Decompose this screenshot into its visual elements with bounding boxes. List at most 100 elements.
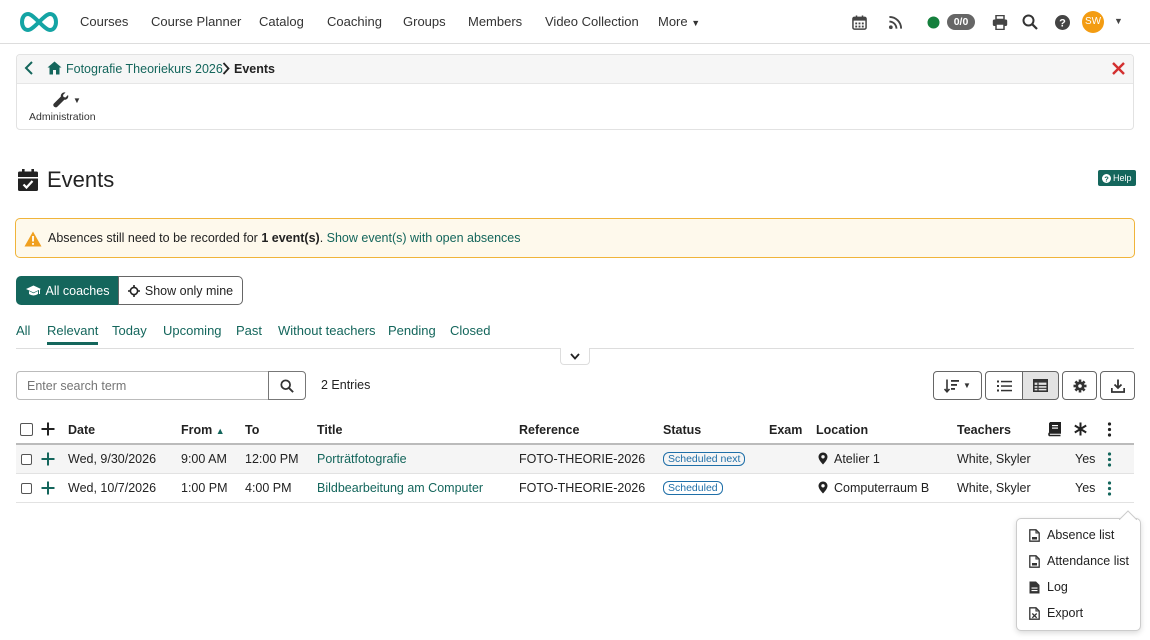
- column-header-teachers[interactable]: Teachers: [957, 423, 1011, 437]
- column-header-from[interactable]: From ▲: [181, 423, 225, 437]
- show-only-mine-toggle[interactable]: Show only mine: [118, 276, 243, 305]
- back-chevron-icon[interactable]: [24, 61, 34, 75]
- svg-text:?: ?: [1104, 174, 1109, 183]
- file-lines-icon: [1029, 581, 1040, 594]
- nav-members[interactable]: Members: [468, 14, 522, 29]
- search-input[interactable]: [16, 371, 269, 400]
- file-excel-icon: [1029, 606, 1040, 620]
- tab-relevant[interactable]: Relevant: [47, 323, 99, 345]
- chat-counter-badge[interactable]: 0/0: [947, 14, 975, 30]
- column-header-title[interactable]: Title: [317, 423, 342, 437]
- page-title: Events: [47, 167, 115, 192]
- gear-icon: [1073, 379, 1087, 393]
- location-pin-icon: [818, 452, 828, 465]
- crosshair-icon: [127, 284, 140, 297]
- column-header-reference[interactable]: Reference: [519, 423, 579, 437]
- book-icon: [1048, 422, 1061, 437]
- all-coaches-toggle[interactable]: All coaches: [16, 276, 119, 305]
- menu-item-absence-list[interactable]: Absence list: [1029, 528, 1114, 542]
- download-button[interactable]: [1100, 371, 1135, 400]
- home-icon[interactable]: [47, 61, 62, 75]
- row-checkbox[interactable]: [21, 454, 32, 465]
- help-button[interactable]: ? Help: [1098, 170, 1136, 186]
- search-button[interactable]: [268, 371, 306, 400]
- breadcrumb-course-link[interactable]: Fotografie Theoriekurs 2026: [66, 62, 223, 76]
- row-checkbox[interactable]: [21, 483, 32, 494]
- nav-coaching[interactable]: Coaching: [327, 14, 382, 29]
- breadcrumb: Fotografie Theoriekurs 2026 Events: [17, 55, 1133, 84]
- table-view-button[interactable]: [1022, 371, 1059, 400]
- chevron-down-icon: [570, 352, 580, 360]
- nav-courses[interactable]: Courses: [80, 14, 128, 29]
- help-circle-icon[interactable]: ?: [1052, 12, 1072, 32]
- logo-icon[interactable]: [16, 10, 62, 34]
- tab-closed[interactable]: Closed: [450, 323, 490, 338]
- sort-ascending-icon: ▲: [215, 426, 225, 436]
- alert-text-after: .: [319, 231, 327, 245]
- administration-label: Administration: [29, 111, 96, 123]
- help-label: Help: [1113, 173, 1132, 183]
- avatar-caret-down-icon[interactable]: ▼: [1114, 16, 1123, 26]
- column-header-from-label: From: [181, 423, 213, 437]
- table-settings-button[interactable]: [1062, 371, 1097, 400]
- row-expand-plus-icon[interactable]: [41, 452, 55, 466]
- tab-all[interactable]: All: [16, 323, 30, 338]
- menu-pointer-arrow: [1119, 510, 1137, 520]
- nav-groups[interactable]: Groups: [403, 14, 446, 29]
- column-header-to[interactable]: To: [245, 423, 259, 437]
- menu-item-label: Absence list: [1047, 528, 1115, 542]
- tab-pending[interactable]: Pending: [388, 323, 436, 338]
- nav-video-collection[interactable]: Video Collection: [545, 14, 639, 29]
- search-submit-icon: [280, 378, 294, 393]
- row-title-link[interactable]: Porträtfotografie: [317, 452, 407, 466]
- close-icon[interactable]: [1112, 62, 1125, 75]
- tab-upcoming[interactable]: Upcoming: [163, 323, 222, 338]
- absence-warning-alert: Absences still need to be recorded for 1…: [15, 218, 1135, 258]
- show-open-absences-link[interactable]: Show event(s) with open absences: [327, 231, 521, 245]
- help-question-icon: ?: [1102, 173, 1111, 183]
- expand-filters-button[interactable]: [560, 348, 590, 365]
- search-icon[interactable]: [1020, 12, 1040, 32]
- column-header-location[interactable]: Location: [816, 423, 868, 437]
- nav-catalog[interactable]: Catalog: [259, 14, 304, 29]
- nav-course-planner[interactable]: Course Planner: [151, 14, 241, 29]
- menu-item-export[interactable]: Export: [1029, 606, 1083, 620]
- row-expand-plus-icon[interactable]: [41, 481, 55, 495]
- nav-more[interactable]: More ▼: [658, 14, 700, 29]
- menu-item-attendance-list[interactable]: Attendance list: [1029, 554, 1129, 568]
- tab-today[interactable]: Today: [112, 323, 147, 338]
- wrench-icon: [53, 92, 70, 108]
- tab-past[interactable]: Past: [236, 323, 262, 338]
- online-status-icon[interactable]: [923, 12, 943, 32]
- svg-text:?: ?: [1059, 17, 1066, 29]
- alert-text-before: Absences still need to be recorded for: [48, 231, 262, 245]
- location-pin-icon: [818, 481, 828, 494]
- sort-button[interactable]: ▼: [933, 371, 982, 400]
- download-icon: [1110, 379, 1125, 393]
- header-more-options-icon[interactable]: [1107, 422, 1112, 437]
- column-header-exam[interactable]: Exam: [769, 423, 802, 437]
- asterisk-icon: [1074, 422, 1087, 436]
- select-all-checkbox[interactable]: [20, 423, 33, 436]
- row-more-options-icon[interactable]: [1107, 452, 1112, 467]
- avatar[interactable]: SW: [1082, 11, 1104, 33]
- calendar-icon[interactable]: [849, 12, 869, 32]
- row-to: 4:00 PM: [245, 481, 292, 495]
- list-icon: [996, 380, 1012, 392]
- row-title-link[interactable]: Bildbearbeitung am Computer: [317, 481, 483, 495]
- column-header-date[interactable]: Date: [68, 423, 95, 437]
- row-to: 12:00 PM: [245, 452, 299, 466]
- menu-item-log[interactable]: Log: [1029, 580, 1068, 594]
- column-header-status[interactable]: Status: [663, 423, 701, 437]
- row-more-options-icon[interactable]: [1107, 481, 1112, 496]
- row-teachers: White, Skyler: [957, 452, 1031, 466]
- expand-all-plus-icon[interactable]: [41, 422, 55, 436]
- row-date: Wed, 9/30/2026: [68, 452, 157, 466]
- nav-more-label: More: [658, 14, 688, 29]
- rss-icon[interactable]: [885, 12, 905, 32]
- list-view-button[interactable]: [985, 371, 1023, 400]
- administration-button[interactable]: ▼ Administration: [29, 90, 99, 126]
- tab-without-teachers[interactable]: Without teachers: [278, 323, 376, 338]
- print-icon[interactable]: [990, 12, 1010, 32]
- row-teachers: White, Skyler: [957, 481, 1031, 495]
